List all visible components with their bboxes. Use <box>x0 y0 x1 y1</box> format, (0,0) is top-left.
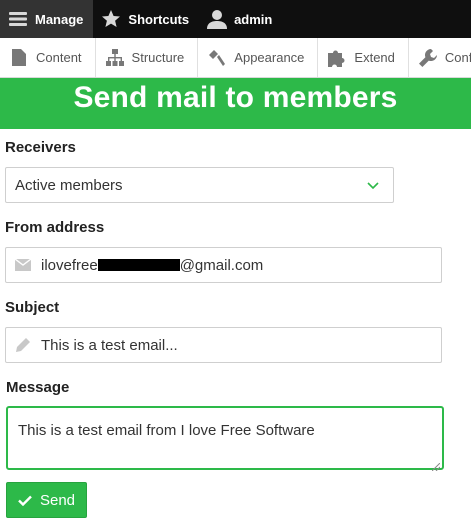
tray-item-extend[interactable]: Extend <box>318 38 409 77</box>
checkmark-icon <box>18 495 32 506</box>
tray-item-structure[interactable]: Structure <box>96 38 199 77</box>
puzzle-icon <box>328 49 346 67</box>
tray-item-label: Content <box>36 50 82 65</box>
subject-value: This is a test email... <box>41 336 178 354</box>
toolbar-user-label: admin <box>234 11 273 27</box>
menu-icon <box>8 9 28 29</box>
receivers-label: Receivers <box>5 139 76 156</box>
star-icon <box>101 9 121 29</box>
resize-handle-icon[interactable] <box>431 458 441 472</box>
toolbar-user[interactable]: admin <box>199 0 282 38</box>
toolbar-manage[interactable]: Manage <box>0 0 94 38</box>
toolbar-shortcuts[interactable]: Shortcuts <box>93 0 199 38</box>
document-icon <box>10 49 28 67</box>
tray-item-label: Appearance <box>234 50 305 65</box>
admin-toolbar: Manage Shortcuts admin <box>0 0 471 38</box>
tray-item-label: Structure <box>131 50 185 65</box>
chevron-down-icon <box>367 177 379 194</box>
envelope-icon <box>15 257 31 273</box>
title-banner: Send mail to members <box>0 78 471 129</box>
receivers-value: Active members <box>15 176 123 194</box>
message-value: This is a test email from I love Free So… <box>18 422 315 439</box>
redaction-bar <box>97 259 180 272</box>
toolbar-shortcuts-label: Shortcuts <box>128 11 190 27</box>
tray-item-configuration[interactable]: Configuration <box>409 38 471 77</box>
admin-tray: Content Structure Appearance Extend Conf… <box>0 38 471 78</box>
tray-item-label: Extend <box>354 50 395 65</box>
paintbrush-icon <box>208 49 226 67</box>
from-address-value: ilovefree @gmail.com <box>41 257 263 274</box>
wrench-icon <box>418 48 437 67</box>
send-button-label: Send <box>39 491 76 509</box>
from-address-label: From address <box>5 219 105 236</box>
page-title: Send mail to members <box>73 80 398 114</box>
from-address-prefix: ilovefree <box>41 256 98 274</box>
toolbar-manage-label: Manage <box>35 11 84 27</box>
message-label: Message <box>6 379 70 396</box>
subject-field[interactable]: This is a test email... <box>5 327 442 363</box>
message-textarea[interactable]: This is a test email from I love Free So… <box>6 406 444 472</box>
from-address-field[interactable]: ilovefree @gmail.com <box>5 247 442 283</box>
user-icon <box>207 9 228 29</box>
receivers-select[interactable]: Active members <box>5 167 394 203</box>
tray-item-label: Configuration <box>444 50 471 65</box>
tray-item-appearance[interactable]: Appearance <box>198 38 319 77</box>
tray-item-content[interactable]: Content <box>0 38 96 77</box>
send-button[interactable]: Send <box>6 482 87 518</box>
subject-label: Subject <box>5 299 60 316</box>
from-address-suffix: @gmail.com <box>179 256 264 274</box>
structure-icon <box>105 49 124 67</box>
pencil-icon <box>15 337 31 353</box>
